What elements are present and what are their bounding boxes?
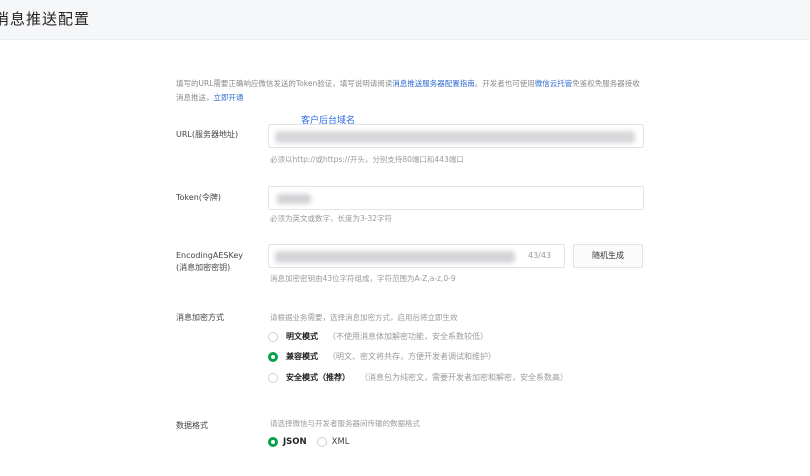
page-title: 消息推送配置: [0, 10, 91, 28]
radio-json-circle[interactable]: [268, 437, 278, 447]
data-format-options: JSON XML: [268, 437, 360, 447]
url-label: URL(服务器地址): [176, 130, 239, 139]
redacted-url-value: [275, 131, 635, 143]
redacted-aes-value: [275, 251, 515, 263]
url-hint: 必须以http://或https://开头，分别支持80端口和443端口: [270, 155, 464, 164]
encryption-hint: 请根据业务需要，选择消息加密方式，启用后将立即生效: [270, 313, 458, 322]
radio-plaintext-circle[interactable]: [268, 331, 278, 342]
data-format-label: 数据格式: [176, 421, 208, 430]
url-input[interactable]: [268, 124, 644, 148]
token-input[interactable]: [268, 186, 644, 210]
radio-xml-circle[interactable]: [316, 437, 327, 447]
radio-json-label[interactable]: JSON: [283, 437, 307, 447]
radio-compatible-mode[interactable]: 兼容模式 （明文、密文将共存，方便开发者调试和维护）: [268, 351, 496, 362]
intro-text: 填写的URL需要正确响应微信发送的Token验证，填写说明请阅读消息推送服务器配…: [176, 79, 640, 102]
radio-xml-label[interactable]: XML: [332, 437, 350, 447]
random-generate-button[interactable]: 随机生成: [573, 244, 643, 268]
aes-length-counter: 43/43: [528, 251, 552, 260]
data-format-hint: 请选择微信与开发者服务器间传输的数据格式: [270, 419, 420, 428]
cloud-hosting-link[interactable]: 微信云托管: [535, 79, 573, 88]
radio-compatible-circle[interactable]: [268, 351, 278, 362]
aes-key-input[interactable]: [268, 244, 565, 268]
token-hint: 必须为英文或数字，长度为3-32字符: [270, 214, 393, 223]
token-label: Token(令牌): [176, 193, 222, 202]
redacted-token-value: [277, 194, 311, 204]
radio-plaintext-mode[interactable]: 明文模式 （不使用消息体加解密功能，安全系数较低）: [268, 331, 488, 342]
page-header: 消息推送配置: [0, 0, 810, 40]
radio-secure-mode[interactable]: 安全模式（推荐） （消息包为纯密文，需要开发者加密和解密，安全系数高）: [268, 372, 568, 383]
radio-secure-circle[interactable]: [268, 372, 278, 383]
aes-hint: 消息加密密钥由43位字符组成，字符范围为A-Z,a-z,0-9: [270, 274, 456, 283]
encryption-label: 消息加密方式: [176, 313, 224, 322]
aes-label: EncodingAESKey (消息加密密钥): [176, 251, 243, 272]
guide-link[interactable]: 消息推送服务器配置指南: [392, 79, 475, 88]
open-now-link[interactable]: 立即开通: [214, 93, 244, 102]
